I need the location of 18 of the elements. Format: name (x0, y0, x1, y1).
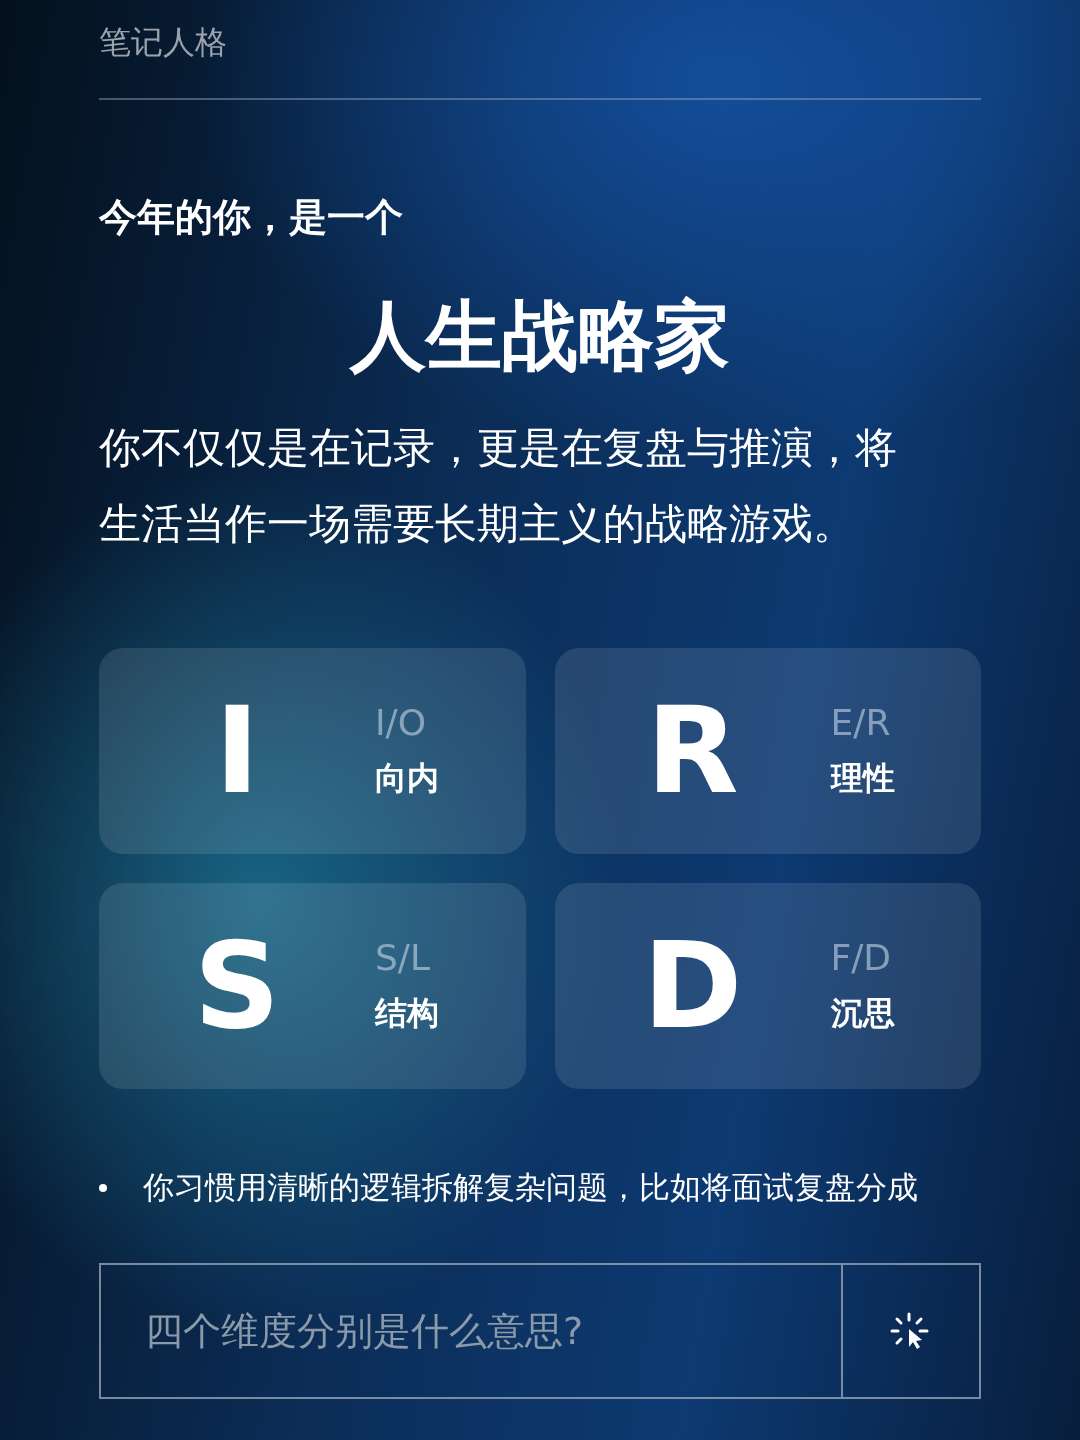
description-text: 你不仅仅是在记录，更是在复盘与推演，将生活当作一场需要长期主义的战略游戏。 (99, 422, 898, 550)
dimension-code: F/D (830, 936, 893, 978)
bullet-text: 你习惯用清晰的逻辑拆解复杂问题，比如将面试复盘分成 (143, 1168, 918, 1207)
dimension-meaning: 理性 (830, 757, 895, 799)
persona-title: 人生战略家 (348, 290, 731, 382)
intro-text: 今年的你，是一个 (99, 194, 404, 241)
dimension-letter: D (641, 926, 744, 1046)
dimension-letter: R (645, 691, 740, 811)
dimension-meaning: 向内 (375, 757, 439, 799)
dimension-meaning: 结构 (375, 992, 439, 1034)
dimension-letter: S (192, 926, 282, 1046)
dimension-letter: I (213, 691, 261, 811)
question-field[interactable]: 四个维度分别是什么意思? (99, 1263, 841, 1399)
dimension-code: I/O (375, 701, 428, 743)
dimension-code: S/L (375, 936, 432, 978)
dimension-code: E/R (830, 701, 892, 743)
page-title: 笔记人格 (99, 22, 228, 63)
dimension-meaning: 沉思 (830, 992, 895, 1034)
